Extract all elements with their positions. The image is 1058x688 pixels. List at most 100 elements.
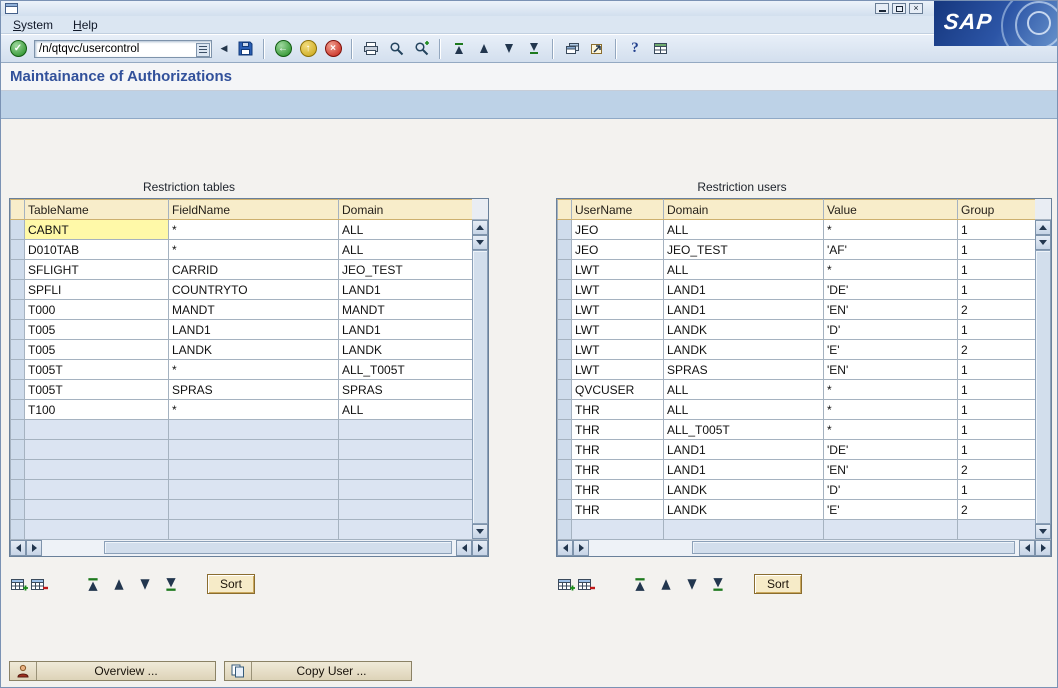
row-selector[interactable] (11, 480, 25, 500)
scroll-left-end-button[interactable] (456, 540, 472, 556)
cell[interactable]: 2 (958, 500, 1036, 520)
cell[interactable]: * (169, 360, 339, 380)
cell[interactable]: SPRAS (664, 360, 824, 380)
cell[interactable]: T100 (25, 400, 169, 420)
row-selector[interactable] (558, 400, 572, 420)
cell[interactable]: * (824, 420, 958, 440)
cell[interactable] (169, 480, 339, 500)
column-header-value[interactable]: Value (824, 200, 958, 220)
sort-button[interactable]: Sort (207, 574, 255, 594)
first-page-button[interactable] (630, 575, 650, 594)
row-selector[interactable] (558, 300, 572, 320)
cell[interactable]: 2 (958, 300, 1036, 320)
overview-button[interactable]: Overview ... (9, 661, 216, 681)
cell[interactable]: LAND1 (664, 460, 824, 480)
menu-help[interactable]: Help (73, 18, 98, 32)
scrollbar-track[interactable] (1035, 250, 1051, 524)
cell[interactable] (25, 440, 169, 460)
scroll-right-end-button[interactable] (1035, 540, 1051, 556)
last-page-button[interactable] (161, 575, 181, 594)
cancel-button[interactable]: × (322, 38, 344, 60)
cell[interactable]: 'EN' (824, 460, 958, 480)
cell[interactable]: THR (572, 480, 664, 500)
cell[interactable]: ALL (664, 380, 824, 400)
row-selector[interactable] (11, 220, 25, 240)
row-selector[interactable] (558, 260, 572, 280)
cell[interactable]: LAND1 (664, 440, 824, 460)
row-selector[interactable] (11, 420, 25, 440)
cell[interactable] (25, 460, 169, 480)
new-session-button[interactable] (561, 38, 583, 60)
scroll-right-end-button[interactable] (472, 540, 488, 556)
cell[interactable]: ALL (664, 400, 824, 420)
horizontal-scrollbar[interactable] (10, 539, 488, 556)
cell[interactable]: 1 (958, 220, 1036, 240)
cell[interactable]: QVCUSER (572, 380, 664, 400)
cell[interactable] (572, 520, 664, 540)
last-page-button[interactable] (523, 38, 545, 60)
scroll-left-end-button[interactable] (1019, 540, 1035, 556)
cell[interactable] (339, 500, 473, 520)
row-selector[interactable] (11, 300, 25, 320)
cell[interactable]: JEO (572, 220, 664, 240)
last-page-button[interactable] (708, 575, 728, 594)
scroll-down-button[interactable] (472, 235, 488, 250)
cell[interactable]: 2 (958, 340, 1036, 360)
cell[interactable]: LWT (572, 340, 664, 360)
scroll-bottom-button[interactable] (1035, 524, 1051, 539)
maximize-button[interactable] (892, 3, 906, 14)
select-all-corner[interactable] (11, 200, 25, 220)
cell[interactable]: THR (572, 440, 664, 460)
row-selector[interactable] (558, 340, 572, 360)
cell[interactable] (25, 480, 169, 500)
cell[interactable] (25, 420, 169, 440)
cell[interactable]: 'AF' (824, 240, 958, 260)
row-selector[interactable] (11, 340, 25, 360)
horizontal-scrollbar[interactable] (557, 539, 1051, 556)
cell[interactable]: LANDK (169, 340, 339, 360)
command-history-button[interactable] (196, 43, 210, 57)
cell[interactable]: CABNT (25, 220, 169, 240)
cell[interactable]: THR (572, 460, 664, 480)
cell[interactable]: 'EN' (824, 360, 958, 380)
cell[interactable]: T005 (25, 340, 169, 360)
scrollbar-thumb[interactable] (692, 541, 1015, 554)
cell[interactable]: * (824, 260, 958, 280)
cell[interactable]: LANDK (664, 340, 824, 360)
cell[interactable]: ALL (339, 220, 473, 240)
menu-system[interactable]: System (13, 18, 53, 32)
find-button[interactable] (385, 38, 407, 60)
cell[interactable]: 1 (958, 400, 1036, 420)
cell[interactable]: SFLIGHT (25, 260, 169, 280)
insert-row-button[interactable] (9, 575, 29, 594)
cell[interactable]: LAND1 (339, 280, 473, 300)
cell[interactable]: * (824, 400, 958, 420)
cell[interactable]: 2 (958, 460, 1036, 480)
cell[interactable]: THR (572, 420, 664, 440)
cell[interactable]: 1 (958, 360, 1036, 380)
copy-user-button[interactable]: Copy User ... (224, 661, 412, 681)
save-button[interactable] (234, 38, 256, 60)
scroll-up-button[interactable] (472, 220, 488, 235)
cell[interactable]: 'E' (824, 340, 958, 360)
scrollbar-track[interactable] (42, 540, 456, 556)
scrollbar-thumb[interactable] (472, 250, 488, 524)
row-selector[interactable] (11, 280, 25, 300)
row-selector[interactable] (11, 320, 25, 340)
column-header-group[interactable]: Group (958, 200, 1036, 220)
cell[interactable] (169, 500, 339, 520)
cell[interactable] (25, 520, 169, 540)
cell[interactable]: * (169, 400, 339, 420)
cell[interactable] (339, 520, 473, 540)
command-input[interactable] (34, 40, 212, 58)
column-header-domain[interactable]: Domain (339, 200, 473, 220)
cell[interactable] (339, 480, 473, 500)
first-page-button[interactable] (448, 38, 470, 60)
cell[interactable]: ALL (664, 260, 824, 280)
cell[interactable]: ALL (664, 220, 824, 240)
cell[interactable]: * (824, 220, 958, 240)
row-selector[interactable] (558, 460, 572, 480)
select-all-corner[interactable] (558, 200, 572, 220)
row-selector[interactable] (11, 360, 25, 380)
row-selector[interactable] (558, 380, 572, 400)
